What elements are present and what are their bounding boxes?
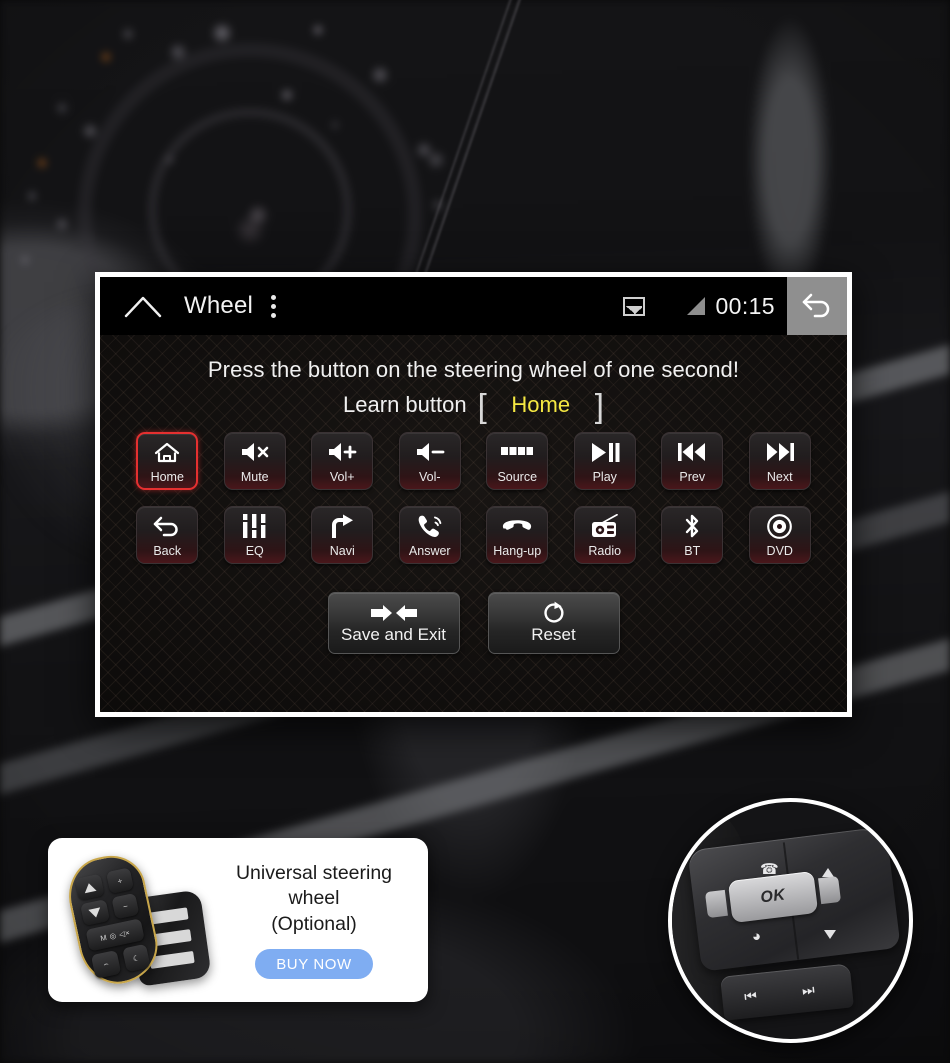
key-play[interactable]: Play [573, 432, 636, 490]
key-bluetooth[interactable]: BT [661, 506, 724, 564]
instruction-line-1: Press the button on the steering wheel o… [207, 357, 740, 382]
radio-icon [587, 513, 623, 540]
voice-glyph: ◕ [752, 928, 762, 945]
status-bar-right: 00:15 [623, 277, 847, 335]
instructions-block: Press the button on the steering wheel o… [100, 335, 847, 424]
next-track-glyph: ⏭ [801, 981, 816, 999]
signal-triangle-icon [687, 297, 706, 315]
back-arrow-icon [149, 513, 185, 540]
refresh-icon [542, 601, 566, 624]
key-label: Vol+ [329, 469, 355, 484]
key-label: Source [497, 469, 538, 484]
key-label: EQ [245, 543, 264, 558]
instruction-line-2: Learn button [ Home ] [343, 387, 604, 424]
key-label: BT [684, 543, 701, 558]
photo-content: ☎ ◕ OK ⏮ ⏭ [672, 802, 909, 1039]
key-mute[interactable]: Mute [223, 432, 286, 490]
key-volume-down[interactable]: Vol- [398, 432, 461, 490]
key-back[interactable]: Back [136, 506, 199, 564]
status-bar: Wheel 00:15 [100, 277, 847, 335]
steering-wheel-stitching [395, 0, 535, 290]
key-label: Navi [329, 543, 355, 558]
clock-time: 00:15 [715, 292, 775, 319]
key-label: Play [592, 469, 617, 484]
volume-mute-icon [237, 439, 273, 466]
key-next[interactable]: Next [748, 432, 811, 490]
steering-wheel-photo: ☎ ◕ OK ⏮ ⏭ [668, 798, 913, 1043]
key-home[interactable]: Home [136, 432, 199, 490]
action-label: Reset [531, 624, 576, 644]
key-label: Mute [240, 469, 269, 484]
promo-text-block: Universal steering wheel (Optional) BUY … [210, 861, 414, 980]
source-squares-icon [499, 439, 535, 466]
head-unit-screen: Wheel 00:15 Press the button on the stee… [95, 272, 852, 717]
home-icon [149, 439, 185, 466]
promo-card[interactable]: + − M ◎ ◁× ⌢ ☾ Universal steering wheel … [48, 838, 428, 1002]
previous-track-icon [674, 439, 710, 466]
promo-title-line-2: (Optional) [271, 912, 357, 935]
back-button[interactable] [787, 277, 847, 335]
picture-icon[interactable] [623, 296, 646, 316]
home-outline-icon[interactable] [124, 294, 162, 318]
key-label: Vol- [418, 469, 441, 484]
volume-up-icon [324, 439, 360, 466]
volume-down-glyph [824, 930, 836, 939]
buy-now-button[interactable]: BUY NOW [255, 949, 373, 980]
function-key-grid: Home Mute Vol+ Vol- Source Play Prev Nex… [124, 432, 824, 564]
learned-key-value: Home [511, 392, 571, 417]
bluetooth-icon [674, 513, 710, 540]
back-arrow-icon [800, 289, 834, 324]
key-label: Next [766, 469, 793, 484]
equalizer-icon [237, 513, 273, 540]
key-label: Prev [679, 469, 706, 484]
disc-icon [762, 513, 798, 540]
key-label: Radio [588, 543, 622, 558]
next-track-icon [762, 439, 798, 466]
phone-hangup-icon [499, 513, 535, 540]
key-previous[interactable]: Prev [661, 432, 724, 490]
action-buttons: Save and Exit Reset [100, 592, 847, 654]
previous-track-glyph: ⏮ [743, 987, 758, 1005]
wheel-learning-content: Press the button on the steering wheel o… [100, 335, 847, 712]
key-radio[interactable]: Radio [573, 506, 636, 564]
kebab-menu-icon[interactable] [271, 294, 277, 318]
ok-label: OK [759, 886, 787, 907]
phone-answer-icon [412, 513, 448, 540]
key-label: Home [150, 469, 184, 484]
key-navi[interactable]: Navi [311, 506, 374, 564]
save-and-exit-button[interactable]: Save and Exit [327, 592, 460, 654]
page-root: Wheel 00:15 Press the button on the stee… [0, 0, 950, 1063]
key-source[interactable]: Source [486, 432, 549, 490]
key-label: Hang-up [493, 543, 542, 558]
action-label: Save and Exit [341, 624, 446, 644]
key-hangup[interactable]: Hang-up [486, 506, 549, 564]
key-label: Back [153, 543, 182, 558]
key-equalizer[interactable]: EQ [223, 506, 286, 564]
key-answer[interactable]: Answer [398, 506, 461, 564]
reset-button[interactable]: Reset [487, 592, 620, 654]
key-label: DVD [766, 543, 793, 558]
page-title: Wheel [184, 292, 254, 319]
key-dvd[interactable]: DVD [748, 506, 811, 564]
key-volume-up[interactable]: Vol+ [311, 432, 374, 490]
steering-wheel-remote-icon: + − M ◎ ◁× ⌢ ☾ [58, 848, 212, 993]
turn-right-icon [324, 513, 360, 540]
learn-button-label: Learn button [343, 392, 467, 417]
arrows-inward-icon [370, 602, 418, 624]
key-label: Answer [408, 543, 451, 558]
volume-down-icon [412, 439, 448, 466]
promo-title-line-1: Universal steering wheel [235, 861, 393, 910]
play-pause-icon [587, 439, 623, 466]
